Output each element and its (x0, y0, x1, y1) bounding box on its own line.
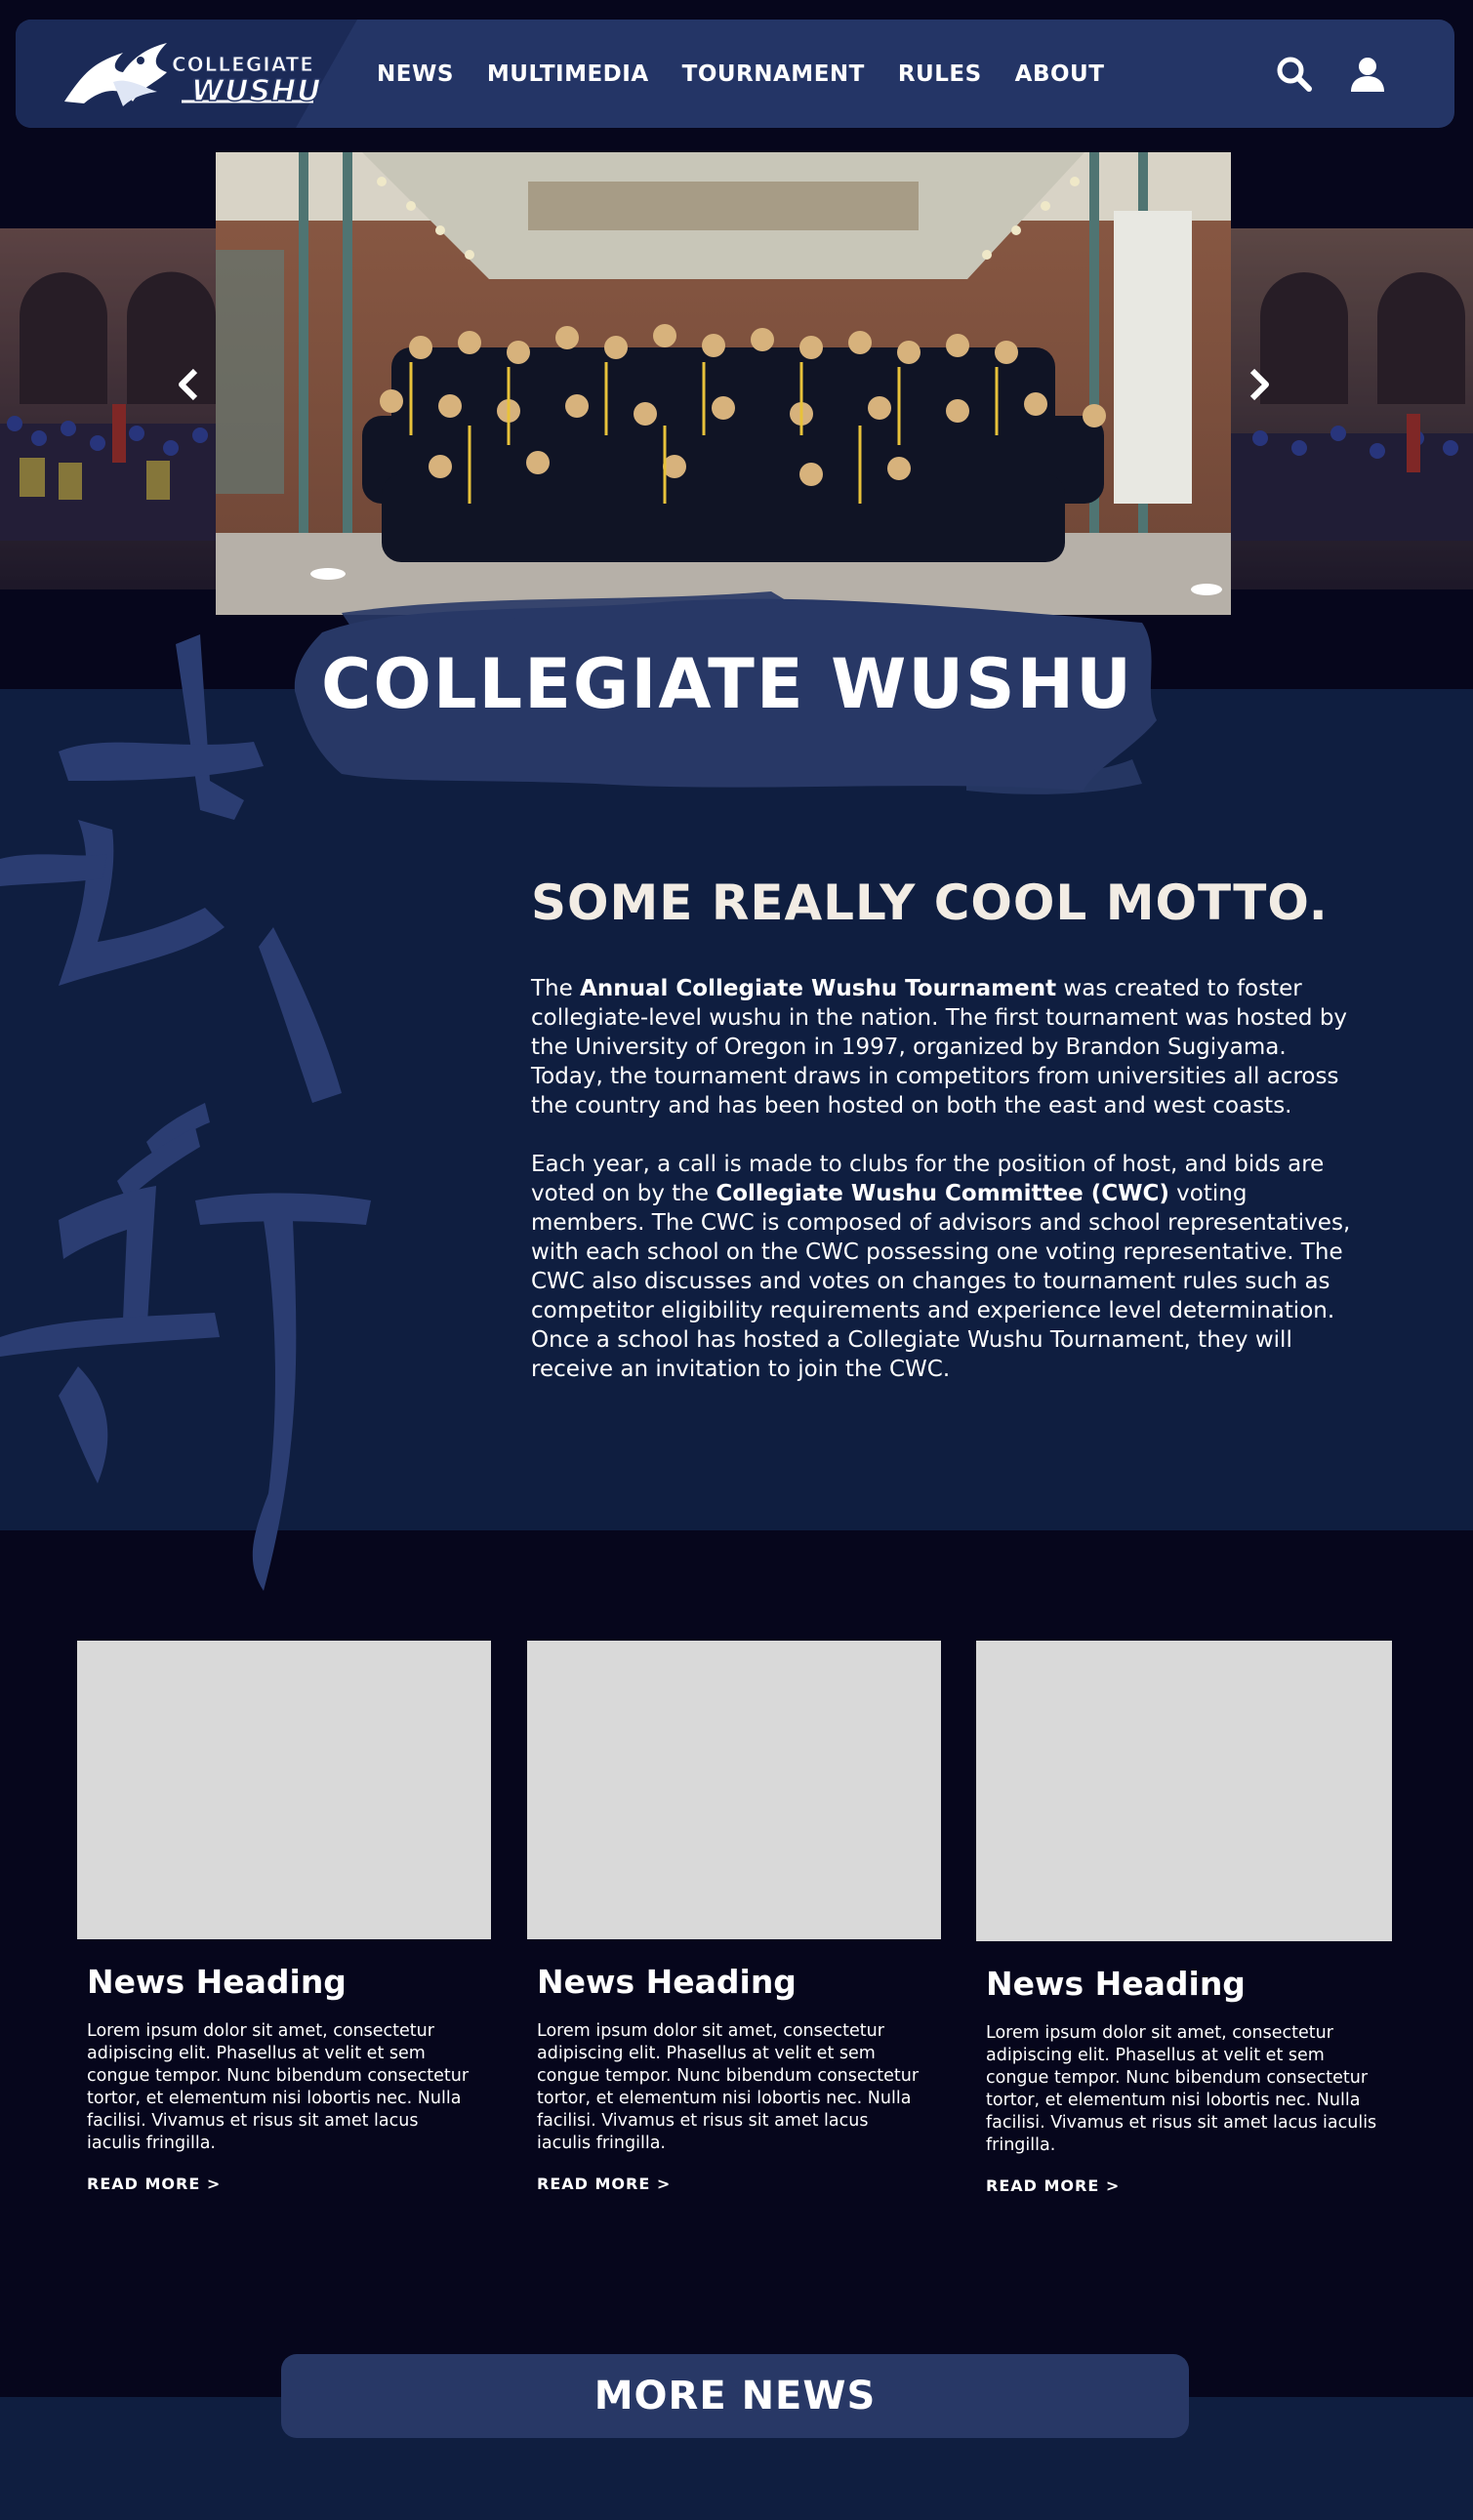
news-card: News Heading Lorem ipsum dolor sit amet,… (976, 1641, 1392, 2195)
about-paragraph-1: The Annual Collegiate Wushu Tournament w… (531, 974, 1361, 1120)
nav-link-rules[interactable]: RULES (898, 61, 982, 87)
chevron-right-icon[interactable] (1245, 365, 1274, 404)
nav-link-news[interactable]: NEWS (377, 61, 454, 87)
logo-text-top: COLLEGIATE (172, 53, 314, 77)
news-image-placeholder[interactable] (976, 1641, 1392, 1941)
news-excerpt: Lorem ipsum dolor sit amet, consectetur … (537, 2021, 920, 2153)
team-photo (216, 152, 1231, 615)
news-heading[interactable]: News Heading (986, 1965, 1392, 2003)
news-excerpt: Lorem ipsum dolor sit amet, consectetur … (986, 2023, 1377, 2155)
main-nav: NEWS MULTIMEDIA TOURNAMENT RULES ABOUT (377, 20, 1137, 128)
chevron-left-icon[interactable] (174, 365, 203, 404)
about-paragraph-2: Each year, a call is made to clubs for t… (531, 1150, 1361, 1384)
news-image-placeholder[interactable] (77, 1641, 491, 1939)
news-image-placeholder[interactable] (527, 1641, 941, 1939)
prev-slide-photo (0, 228, 216, 589)
site-logo[interactable]: COLLEGIATE WUSHU (55, 33, 328, 115)
para1-bold-term: Annual Collegiate Wushu Tournament (580, 976, 1057, 1001)
news-card: News Heading Lorem ipsum dolor sit amet,… (527, 1641, 941, 2193)
para2-bold-term: Collegiate Wushu Committee (CWC) (716, 1181, 1169, 1206)
carousel-next-slide[interactable] (1231, 228, 1473, 589)
nav-link-about[interactable]: ABOUT (1015, 61, 1105, 87)
carousel-active-slide[interactable] (216, 152, 1231, 615)
read-more-link[interactable]: READ MORE > (537, 2175, 941, 2193)
motto-heading: SOME REALLY COOL MOTTO. (531, 874, 1329, 931)
news-heading[interactable]: News Heading (87, 1963, 491, 2001)
more-news-button[interactable]: MORE NEWS (281, 2354, 1189, 2438)
nav-link-tournament[interactable]: TOURNAMENT (682, 61, 865, 87)
logo-text-main: WUSHU (190, 73, 322, 109)
next-slide-photo (1231, 228, 1473, 589)
read-more-link[interactable]: READ MORE > (986, 2176, 1392, 2195)
para1-text-start: The (531, 976, 581, 1001)
search-icon[interactable] (1275, 55, 1314, 94)
user-icon[interactable] (1348, 55, 1387, 94)
news-heading[interactable]: News Heading (537, 1963, 941, 2001)
para2-text-end: voting members. The CWC is composed of a… (531, 1181, 1351, 1382)
top-navbar: COLLEGIATE WUSHU NEWS MULTIMEDIA TOURNAM… (16, 20, 1454, 128)
nav-link-multimedia[interactable]: MULTIMEDIA (487, 61, 649, 87)
news-card: News Heading Lorem ipsum dolor sit amet,… (77, 1641, 491, 2193)
carousel-prev-slide[interactable] (0, 228, 216, 589)
read-more-link[interactable]: READ MORE > (87, 2175, 491, 2193)
news-excerpt: Lorem ipsum dolor sit amet, consectetur … (87, 2021, 470, 2153)
site-title: COLLEGIATE WUSHU (321, 644, 1133, 724)
